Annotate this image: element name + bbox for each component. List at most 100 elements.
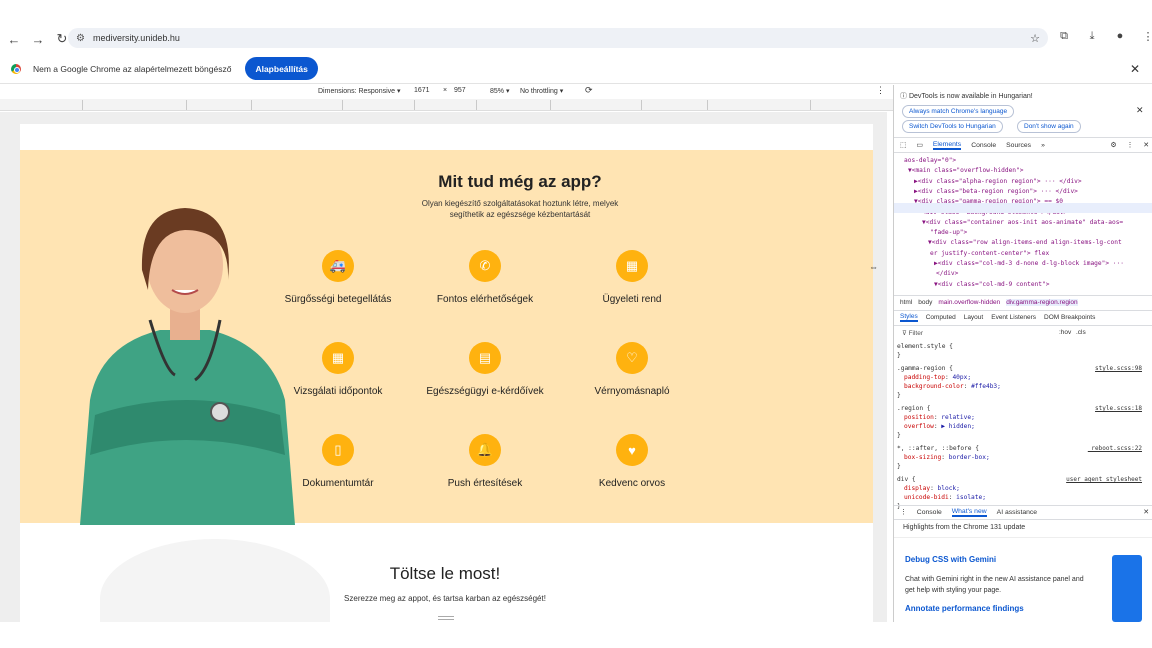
heart-pulse-icon: ♡ (616, 342, 648, 374)
feature-label: Egészségügyi e-kérdőívek (426, 386, 544, 397)
tab-layout[interactable]: Layout (964, 314, 984, 321)
whats-new-heading-2[interactable]: Annotate performance findings (905, 604, 1024, 613)
tab-dom-breakpoints[interactable]: DOM Breakpoints (1044, 314, 1095, 321)
bookmark-star-icon[interactable]: ☆ (1030, 32, 1040, 45)
zoom-select[interactable]: 85% ▾ (490, 87, 509, 95)
drawer-tab-ai[interactable]: AI assistance (997, 509, 1037, 516)
tab-computed[interactable]: Computed (926, 314, 956, 321)
drawer-tab-whats-new[interactable]: What's new (951, 508, 987, 517)
dimensions-select[interactable]: Dimensions: Responsive ▾ (318, 87, 401, 95)
css-source-link[interactable]: _reboot.scss:22 (1088, 445, 1142, 452)
dom-node[interactable]: ▼<div class="col-md-9 content"> (934, 281, 1049, 288)
whats-new-heading-1[interactable]: Debug CSS with Gemini (905, 555, 996, 564)
dom-node[interactable]: ▶<div class="col-md-3 d-none d-lg-block … (934, 260, 1124, 267)
feature-item[interactable]: 🔔 Push értesítések (400, 434, 570, 489)
inspect-icon[interactable]: ⬚ (900, 141, 906, 149)
notice-close-icon[interactable]: ✕ (1136, 105, 1144, 116)
css-selector[interactable]: .gamma-region { (897, 365, 953, 372)
kebab-icon[interactable]: ⋮ (1127, 141, 1134, 149)
feature-label: Kedvenc orvos (598, 478, 666, 489)
css-declaration[interactable]: overflow: ▶ hidden; (904, 423, 975, 430)
dom-node[interactable]: aos-delay="0"> (904, 157, 956, 164)
calendar-icon: ▦ (616, 250, 648, 282)
css-rule-end: } (897, 352, 901, 359)
set-default-button[interactable]: Alapbeállítás (245, 57, 318, 80)
feature-item[interactable]: ▦ Ügyeleti rend (547, 250, 717, 305)
heart-icon: ♥ (616, 434, 648, 466)
tab-sources[interactable]: Sources (1006, 142, 1031, 149)
feature-item[interactable]: ✆ Fontos elérhetőségek (400, 250, 570, 305)
forward-icon[interactable]: → (26, 27, 50, 51)
extensions-icon[interactable]: ⧉ (1054, 30, 1074, 43)
settings-icon[interactable]: ⚙ (1110, 141, 1116, 149)
rotate-icon[interactable]: ⟳ (585, 85, 593, 96)
cls-toggle[interactable]: .cls (1076, 329, 1086, 336)
tab-styles[interactable]: Styles (900, 313, 918, 322)
css-rule-end: } (897, 432, 901, 439)
throttling-select[interactable]: No throttling ▾ (520, 87, 563, 95)
styles-filter-input[interactable]: ⊽ Filter (902, 329, 923, 337)
css-declaration[interactable]: position: relative; (904, 414, 975, 421)
feature-item[interactable]: ▦ Vizsgálati időpontok (253, 342, 423, 397)
switch-language-button[interactable]: Switch DevTools to Hungarian (902, 120, 1003, 133)
back-icon[interactable]: ← (2, 27, 26, 51)
media-query-bar[interactable] (0, 99, 893, 111)
address-bar[interactable]: ⚙ mediversity.unideb.hu ☆ (68, 28, 1048, 48)
css-selector[interactable]: div { (897, 476, 916, 483)
drawer-kebab-icon[interactable]: ⋮ (900, 508, 907, 516)
more-options-icon[interactable]: ⋮ (876, 85, 885, 96)
css-source-link[interactable]: user agent stylesheet (1066, 476, 1142, 483)
dom-node[interactable]: ▼<div class="container aos-init aos-anim… (922, 219, 1123, 226)
dom-node[interactable]: ▼<div class="row align-items-end align-i… (928, 239, 1122, 246)
dom-node[interactable]: </div> (936, 270, 958, 277)
drawer-tab-console[interactable]: Console (917, 509, 942, 516)
feature-item[interactable]: ▤ Egészségügyi e-kérdőívek (400, 342, 570, 397)
css-source-link[interactable]: style.scss:18 (1095, 405, 1142, 412)
crumb-gamma[interactable]: div.gamma-region.region (1006, 298, 1078, 306)
tab-event-listeners[interactable]: Event Listeners (991, 314, 1036, 321)
css-declaration[interactable]: box-sizing: border-box; (904, 454, 990, 461)
device-icon[interactable]: ▭ (916, 141, 922, 149)
css-declaration[interactable]: background-color: #ffe4b3; (904, 383, 1001, 390)
download-icon[interactable]: ⤓ (1082, 30, 1102, 43)
match-language-button[interactable]: Always match Chrome's language (902, 105, 1015, 118)
hov-toggle[interactable]: :hov (1059, 329, 1071, 336)
menu-icon[interactable]: ⋮ (1138, 30, 1152, 43)
feature-item[interactable]: 🚑 Sürgősségi betegellátás (253, 250, 423, 305)
dom-node[interactable]: ▶<div class="alpha-region region"> ··· <… (914, 178, 1082, 185)
site-settings-icon[interactable]: ⚙ (76, 33, 85, 44)
feature-item[interactable]: ▯ Dokumentumtár (253, 434, 423, 489)
dom-node[interactable]: "fade-up"> (930, 229, 967, 236)
crumb-main[interactable]: main.overflow-hidden (938, 299, 1000, 306)
feature-item[interactable]: ♡ Vérnyomásnapló (547, 342, 717, 397)
devtools-close-icon[interactable]: ✕ (1143, 141, 1149, 149)
drawer-close-icon[interactable]: ✕ (1143, 508, 1149, 516)
crumb-html[interactable]: html (900, 299, 912, 306)
close-icon[interactable]: ✕ (1130, 62, 1140, 76)
css-declaration[interactable]: unicode-bidi: isolate; (904, 494, 986, 501)
css-source-link[interactable]: style.scss:98 (1095, 365, 1142, 372)
resize-handle[interactable] (438, 616, 454, 620)
feature-item[interactable]: ♥ Kedvenc orvos (547, 434, 717, 489)
css-declaration[interactable]: padding-top: 40px; (904, 374, 971, 381)
crumb-body[interactable]: body (918, 299, 932, 306)
height-input[interactable]: 957 (454, 87, 466, 94)
css-selector[interactable]: element.style { (897, 343, 953, 350)
css-declaration[interactable]: display: block; (904, 485, 960, 492)
css-selector[interactable]: .region { (897, 405, 931, 412)
dom-node[interactable]: er justify-content-center"> flex (930, 250, 1049, 257)
background-shape (100, 539, 330, 622)
tab-elements[interactable]: Elements (932, 141, 962, 150)
feature-label: Fontos elérhetőségek (436, 294, 534, 305)
resize-arrows-icon[interactable]: ⇔ (869, 262, 878, 272)
dom-node[interactable]: ▼<main class="overflow-hidden"> (908, 167, 1023, 174)
whats-new-paragraph: Chat with Gemini right in the new AI ass… (905, 576, 1084, 594)
dont-show-button[interactable]: Don't show again (1017, 120, 1081, 133)
tab-console[interactable]: Console (971, 142, 996, 149)
phone-icon: ✆ (469, 250, 501, 282)
more-tabs-icon[interactable]: » (1041, 142, 1045, 149)
width-input[interactable]: 1671 (414, 87, 430, 94)
avatar[interactable]: ● (1110, 30, 1130, 43)
dom-node[interactable]: ▶<div class="beta-region region"> ··· </… (914, 188, 1078, 195)
css-selector[interactable]: *, ::after, ::before { (897, 445, 979, 452)
